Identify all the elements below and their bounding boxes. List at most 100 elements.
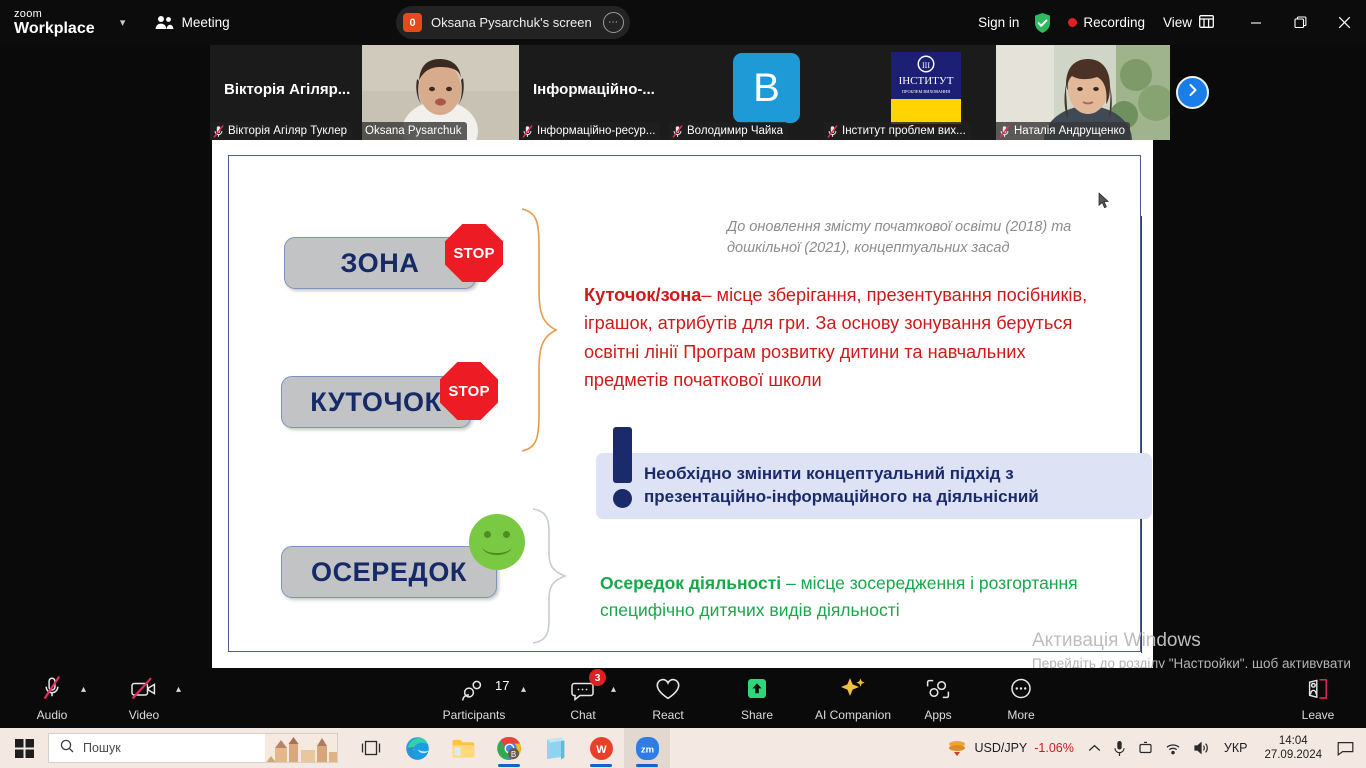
- show-hidden-icons[interactable]: [1082, 728, 1107, 768]
- toolbar-apps-button[interactable]: Apps: [902, 675, 974, 722]
- recording-indicator[interactable]: Recording: [1068, 15, 1145, 30]
- toolbar-more-button[interactable]: More: [985, 675, 1057, 722]
- slide-green-lead: Осередок діяльності: [600, 573, 782, 593]
- avatar-letter: В: [753, 65, 780, 110]
- toolbar-react-button[interactable]: React: [632, 675, 704, 722]
- title-bar: zoom Workplace ▾ Meeting 0 Oksana Pysarc…: [0, 0, 1366, 45]
- participants-options-caret-icon[interactable]: ▴: [521, 684, 526, 695]
- toolbar-ai-companion-label: AI Companion: [814, 708, 892, 722]
- recording-dot-icon: [1068, 18, 1078, 27]
- zoom-active-underline: [636, 764, 658, 767]
- svg-text:ІІІ: ІІІ: [922, 61, 930, 70]
- zoom-taskbar-icon[interactable]: zm: [624, 728, 670, 768]
- toolbar-video-button[interactable]: Video: [108, 675, 180, 722]
- heart-icon: [655, 675, 681, 701]
- meeting-tab[interactable]: Meeting: [155, 15, 230, 30]
- chevron-down-icon[interactable]: ▾: [113, 16, 133, 29]
- toolbar-audio-label: Audio: [36, 708, 68, 722]
- stock-coins-icon: [949, 741, 966, 756]
- toolbar-chat-button[interactable]: 3 Chat: [547, 669, 619, 722]
- toolbar-ai-companion-button[interactable]: AI Companion: [805, 675, 901, 722]
- thumbnail-name: Наталія Андрущенко: [1014, 125, 1126, 137]
- volume-icon[interactable]: [1187, 728, 1216, 768]
- svg-text:ІНСТИТУТ: ІНСТИТУТ: [899, 75, 954, 87]
- wps-office-icon[interactable]: W: [578, 728, 624, 768]
- security-shield-icon[interactable]: [1033, 12, 1052, 34]
- thumbnail-participant-5[interactable]: Наталія Андрущенко: [996, 45, 1170, 140]
- windows-taskbar: Пошук B W zm USD/JPY -1.06% УКР 14:04 27…: [0, 728, 1366, 768]
- mouse-cursor: [1098, 192, 1110, 209]
- svg-text:zm: zm: [640, 744, 653, 755]
- search-input[interactable]: Пошук: [48, 733, 338, 763]
- concept-box-label: ЗОНА: [340, 247, 420, 278]
- wifi-icon[interactable]: [1159, 728, 1187, 768]
- audio-options-caret-icon[interactable]: ▴: [81, 684, 86, 695]
- more-options-icon[interactable]: ⋯: [602, 12, 624, 33]
- thumbnail-participant-2[interactable]: Інформаційно-... Інформаційно-ресур...: [519, 45, 669, 140]
- toolbar-video-label: Video: [128, 708, 160, 722]
- minimize-icon[interactable]: [1234, 0, 1278, 45]
- clock[interactable]: 14:04 27.09.2024: [1255, 734, 1331, 762]
- toolbar-participants-button[interactable]: 17 Participants: [438, 675, 510, 722]
- smiley-face-icon: [469, 514, 525, 570]
- active-share-pill[interactable]: 0 Oksana Pysarchuk's screen ⋯: [396, 6, 630, 39]
- close-icon[interactable]: [1322, 0, 1366, 45]
- chat-options-caret-icon[interactable]: ▴: [611, 684, 616, 695]
- chrome-icon[interactable]: B: [486, 728, 532, 768]
- slide-callout-box: Необхідно змінити концептуальний підхід …: [596, 453, 1152, 519]
- slide-callout-line1: Необхідно змінити концептуальний підхід …: [644, 464, 1014, 484]
- participant-thumbnail-strip: Вікторія Агіляр... Вікторія Агіляр Тукле…: [210, 45, 1170, 140]
- recording-label: Recording: [1083, 15, 1145, 30]
- more-dots-icon: [1008, 675, 1034, 701]
- sign-in-button[interactable]: Sign in: [978, 15, 1019, 30]
- restore-icon[interactable]: [1278, 0, 1322, 45]
- thumbnail-participant-1[interactable]: Oksana Pysarchuk: [362, 45, 519, 140]
- stop-sign-icon: STOP: [440, 362, 498, 420]
- gray-brace: [532, 508, 568, 644]
- language-indicator[interactable]: УКР: [1216, 741, 1256, 755]
- share-badge: 0: [403, 13, 422, 32]
- slide-header-note: До оновлення змісту початкової освіти (2…: [727, 219, 1072, 256]
- chrome-active-underline: [498, 764, 520, 767]
- thumbnail-participant-4[interactable]: ІІІ ІНСТИТУТ ПРОБЛЕМ ВИХОВАННЯ Інститут …: [824, 45, 996, 140]
- zoom-logo-bottom: Workplace: [14, 19, 95, 37]
- toolbar-chat-label: Chat: [570, 708, 596, 722]
- task-view-icon[interactable]: [348, 728, 394, 768]
- toolbar-audio-button[interactable]: Audio: [16, 675, 88, 722]
- video-options-caret-icon[interactable]: ▴: [176, 684, 181, 695]
- stock-symbol: USD/JPY: [974, 741, 1028, 755]
- clock-date: 27.09.2024: [1264, 749, 1322, 761]
- slide-red-lead: Куточок/зона: [584, 285, 702, 305]
- toolbar-share-button[interactable]: Share: [721, 675, 793, 722]
- stock-widget[interactable]: USD/JPY -1.06%: [939, 738, 1081, 758]
- edge-icon[interactable]: [394, 728, 440, 768]
- next-participants-button[interactable]: [1176, 76, 1209, 109]
- slide-red-paragraph: Куточок/зона– місце зберігання, презенту…: [584, 281, 1104, 395]
- system-tray: USD/JPY -1.06% УКР 14:04 27.09.2024: [939, 728, 1366, 768]
- windows-start-icon[interactable]: [0, 728, 48, 768]
- notification-icon[interactable]: [1331, 728, 1366, 768]
- toolbar-leave-button[interactable]: Leave: [1282, 675, 1354, 722]
- participants-icon: 17: [461, 675, 509, 701]
- file-explorer-icon[interactable]: [440, 728, 486, 768]
- view-button[interactable]: View: [1163, 14, 1214, 31]
- zoom-logo: zoom Workplace: [14, 8, 95, 37]
- notepad-icon[interactable]: [532, 728, 578, 768]
- thumbnail-name: Вікторія Агіляр Туклер: [228, 125, 348, 137]
- exclamation-dot-icon: [613, 489, 632, 508]
- mic-muted-icon: [672, 124, 683, 138]
- zoom-meeting-window: zoom Workplace ▾ Meeting 0 Oksana Pysarc…: [0, 0, 1366, 768]
- apps-icon: [925, 675, 951, 701]
- thumbnail-namebar: Наталія Андрущенко: [996, 122, 1131, 140]
- thumbnail-participant-0[interactable]: Вікторія Агіляр... Вікторія Агіляр Тукле…: [210, 45, 362, 140]
- smiley-eye-right: [503, 531, 510, 538]
- meeting-label: Meeting: [181, 15, 230, 30]
- thumbnail-participant-3[interactable]: В Володимир Чайка: [669, 45, 824, 140]
- layout-grid-icon: [1199, 14, 1214, 31]
- svg-text:B: B: [510, 750, 515, 759]
- thumbnail-namebar: Інститут проблем вих...: [824, 122, 971, 140]
- smiley-mouth: [482, 538, 512, 555]
- microphone-icon[interactable]: [1107, 728, 1132, 768]
- screen-share-icon[interactable]: [1132, 728, 1159, 768]
- clock-time: 14:04: [1278, 734, 1308, 747]
